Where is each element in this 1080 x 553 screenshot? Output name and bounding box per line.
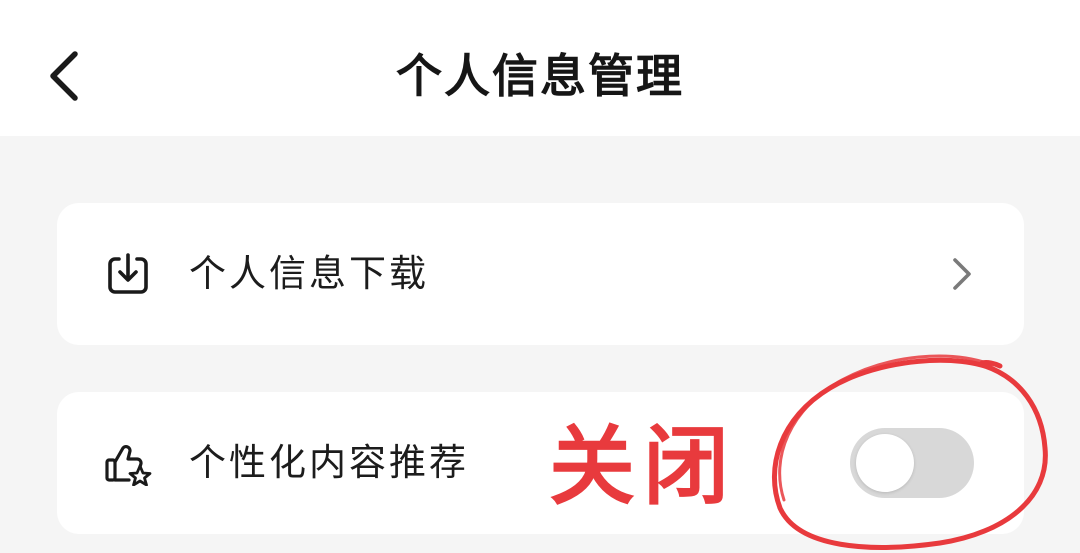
thumbs-up-star-icon bbox=[103, 438, 153, 488]
personalized-recommendation-row: 个性化内容推荐 bbox=[57, 392, 1024, 534]
personal-info-download-row[interactable]: 个人信息下载 bbox=[57, 203, 1024, 345]
row-label: 个人信息下载 bbox=[189, 252, 429, 295]
download-icon bbox=[103, 249, 153, 299]
personalized-recommendation-toggle[interactable] bbox=[850, 428, 974, 498]
chevron-right-icon bbox=[946, 254, 978, 294]
annotation-label: 关闭 bbox=[549, 417, 737, 517]
page-title: 个人信息管理 bbox=[396, 49, 684, 103]
personal-info-management-screen: 个人信息管理 个人信息下载 个性化内容推荐 关闭 bbox=[0, 0, 1080, 553]
toggle-knob bbox=[856, 434, 914, 492]
navigation-bar: 个人信息管理 bbox=[0, 0, 1080, 136]
row-label: 个性化内容推荐 bbox=[189, 441, 469, 484]
